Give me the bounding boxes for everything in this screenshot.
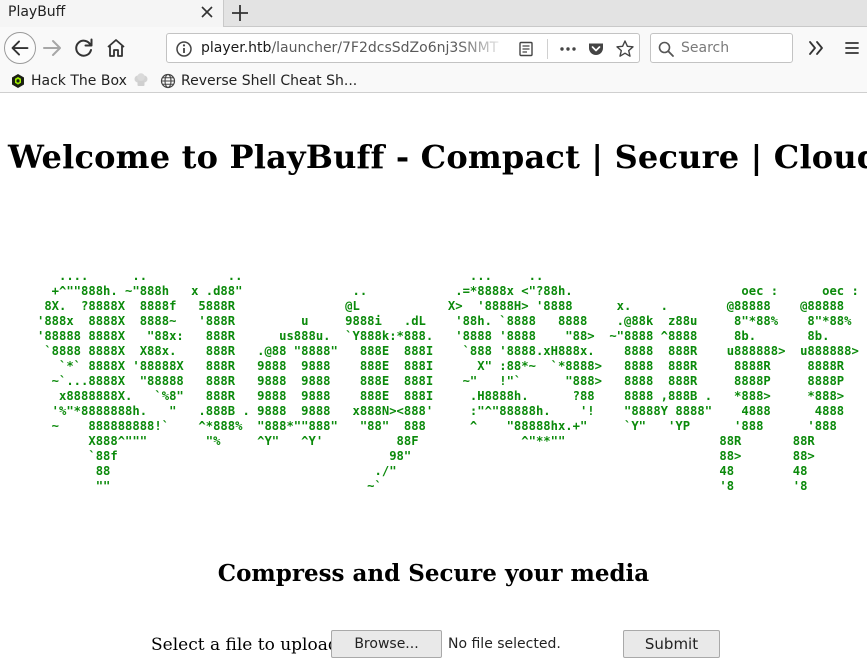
file-status-text: No file selected. xyxy=(448,636,561,652)
tab-bar: PlayBuff xyxy=(0,0,867,27)
ascii-art-logo: .... .. .. ... .. +^""888h. ~"888h x .d8… xyxy=(37,269,859,493)
hackthebox-icon xyxy=(12,74,24,88)
url-bar[interactable]: player.htb/launcher/7F2dcsSdZo6nj3SNMT xyxy=(166,33,640,63)
bookmark-reverse-shell[interactable]: Reverse Shell Cheat Sh... xyxy=(160,71,357,91)
more-actions-icon[interactable] xyxy=(557,40,579,58)
reader-view-icon[interactable] xyxy=(517,40,535,58)
bookmark-label: Reverse Shell Cheat Sh... xyxy=(181,73,358,89)
hamburger-menu-icon[interactable] xyxy=(838,34,866,62)
bookmark-label: Hack The Box xyxy=(31,73,127,89)
close-icon[interactable] xyxy=(198,3,216,21)
home-icon[interactable] xyxy=(102,34,130,62)
navigation-toolbar: player.htb/launcher/7F2dcsSdZo6nj3SNMT xyxy=(0,27,867,69)
upload-label: Select a file to upload xyxy=(151,635,339,655)
search-bar[interactable] xyxy=(650,33,793,63)
url-host: player.htb xyxy=(201,40,272,56)
reload-icon[interactable] xyxy=(70,34,98,62)
tab-playbuff[interactable]: PlayBuff xyxy=(0,0,224,27)
page-subheading: Compress and Secure your media xyxy=(217,560,650,587)
globe-icon xyxy=(160,73,176,89)
bookmark-star-icon[interactable] xyxy=(615,39,635,59)
chef-hat-icon xyxy=(134,73,148,86)
page-content: Welcome to PlayBuff - Compact | Secure |… xyxy=(0,94,867,664)
info-icon[interactable] xyxy=(175,40,193,58)
page-title: Welcome to PlayBuff - Compact | Secure |… xyxy=(8,138,867,176)
search-icon xyxy=(658,41,674,57)
browser-window: PlayBuff player.htb/launcher/7F2dcsSdZo6… xyxy=(0,0,867,664)
back-arrow-icon[interactable] xyxy=(4,32,36,64)
url-separator xyxy=(547,39,548,59)
bookmark-chef[interactable] xyxy=(132,71,155,91)
bookmark-hack-the-box[interactable]: Hack The Box xyxy=(10,71,127,91)
tab-title: PlayBuff xyxy=(8,4,66,20)
overflow-chevron-icon[interactable] xyxy=(802,34,830,62)
browse-button[interactable]: Browse... xyxy=(331,630,442,658)
submit-button[interactable]: Submit xyxy=(623,630,720,658)
search-input[interactable] xyxy=(681,38,786,58)
upload-form: Select a file to upload Browse... No fil… xyxy=(151,630,751,660)
bookmarks-toolbar: Hack The Box Reverse Shell Cheat Sh... xyxy=(0,69,867,93)
new-tab-icon[interactable] xyxy=(229,2,251,24)
forward-arrow-icon[interactable] xyxy=(38,34,66,62)
url-fade xyxy=(457,36,507,60)
pocket-icon[interactable] xyxy=(587,40,605,58)
